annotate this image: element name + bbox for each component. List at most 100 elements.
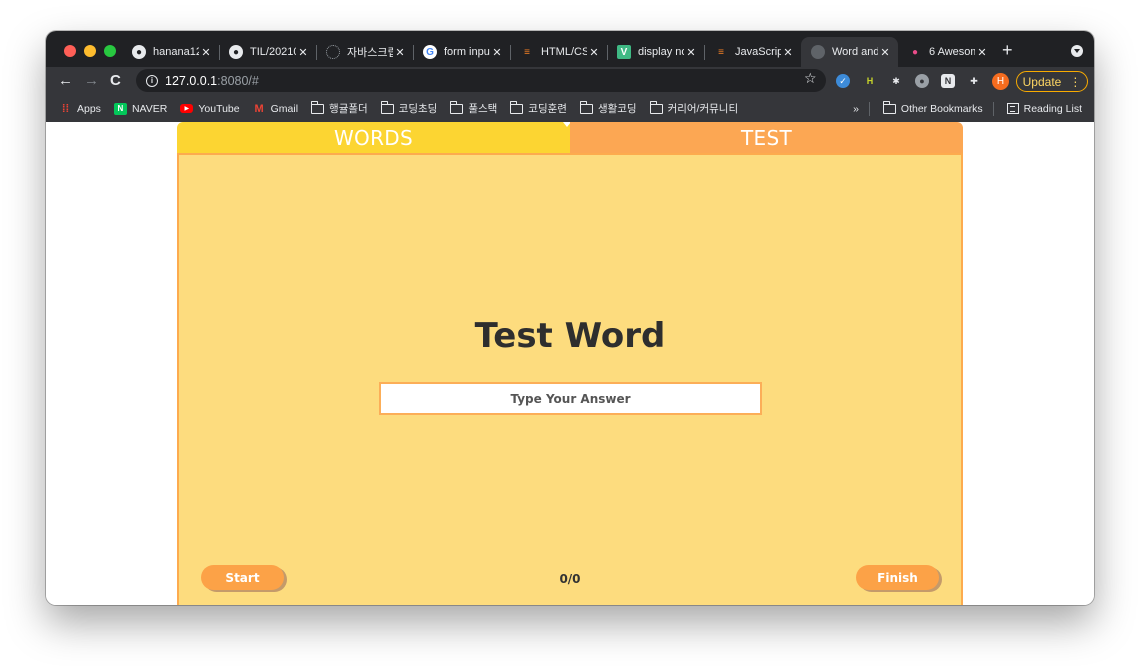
tab-title: JavaScrip xyxy=(735,46,781,58)
tab-test[interactable]: TEST xyxy=(570,122,963,153)
browser-window: ● hanana12 ✕ ● TIL/20210 ✕ 자바스크립 ✕ G for… xyxy=(46,31,1094,605)
stackoverflow-icon: ≡ xyxy=(718,46,724,58)
tab-title: TIL/20210 xyxy=(250,46,296,58)
bookmark-apps[interactable]: ⁞⁞ Apps xyxy=(59,103,101,115)
bookmark-label: Gmail xyxy=(270,102,299,115)
close-icon[interactable]: ✕ xyxy=(975,46,989,59)
folder-icon xyxy=(510,100,524,114)
github-icon: ● xyxy=(229,45,243,59)
bookmark-label: 생활코딩 xyxy=(597,103,637,115)
naver-icon: N xyxy=(113,102,127,115)
url-host: 127.0.0.1 xyxy=(165,73,218,88)
divider xyxy=(992,101,994,116)
browser-tab[interactable]: ● TIL/20210 ✕ xyxy=(219,37,316,67)
word-test-app: WORDS TEST Test Word Start 0/0 Finish xyxy=(177,122,963,605)
tab-strip: ● hanana12 ✕ ● TIL/20210 ✕ 자바스크립 ✕ G for… xyxy=(46,31,1094,67)
bookmark-folder[interactable]: 풀스택 xyxy=(450,100,498,116)
reading-list[interactable]: Reading List xyxy=(1006,102,1082,115)
bookmarks-overflow-icon[interactable]: » xyxy=(853,103,859,115)
page-viewport: WORDS TEST Test Word Start 0/0 Finish xyxy=(46,122,1094,605)
bookmark-folder[interactable]: 행귤폴더 xyxy=(311,100,368,116)
tab-title: Word and xyxy=(832,46,878,58)
bookmark-label: NAVER xyxy=(131,102,168,115)
bookmark-gmail[interactable]: M Gmail xyxy=(253,102,299,115)
tab-title: 6 Awesom xyxy=(929,46,975,58)
tab-title: form inpu xyxy=(444,46,490,58)
extension-icon[interactable]: N xyxy=(941,74,955,88)
extension-icon[interactable]: ✱ xyxy=(889,74,903,88)
extension-icon[interactable]: H xyxy=(863,74,877,88)
bookmark-folder[interactable]: 커리어/커뮤니티 xyxy=(649,100,739,116)
extension-icon[interactable]: ✓ xyxy=(836,74,850,88)
bookmark-label: YouTube xyxy=(198,102,240,115)
bookmark-label: 코딩초딩 xyxy=(398,103,438,115)
other-bookmarks[interactable]: Other Bookmarks xyxy=(882,100,983,115)
divider xyxy=(868,101,870,116)
tab-title: hanana12 xyxy=(153,46,199,58)
browser-tab[interactable]: 자바스크립 ✕ xyxy=(316,37,413,67)
extension-icon[interactable]: ● xyxy=(915,74,929,88)
tab-title: display no xyxy=(638,46,684,58)
vuejs-icon: V xyxy=(617,45,631,59)
close-icon[interactable]: ✕ xyxy=(684,46,698,59)
bookmark-label: 풀스택 xyxy=(468,103,498,115)
bookmark-label: Other Bookmarks xyxy=(900,102,983,115)
back-icon[interactable]: ← xyxy=(58,72,73,89)
folder-icon xyxy=(380,100,394,114)
bookmark-naver[interactable]: N NAVER xyxy=(113,102,168,115)
stackoverflow-icon: ≡ xyxy=(524,46,530,58)
close-window-button[interactable] xyxy=(64,45,76,57)
browser-tab[interactable]: G form inpu ✕ xyxy=(413,37,510,67)
loading-icon xyxy=(326,45,340,59)
browser-tab[interactable]: ● 6 Awesom ✕ xyxy=(898,37,995,67)
apps-grid-icon: ⁞⁞ xyxy=(61,102,70,115)
new-tab-button[interactable]: + xyxy=(1002,41,1013,59)
github-icon: ● xyxy=(132,45,146,59)
answer-input[interactable] xyxy=(379,382,762,415)
test-panel: Test Word Start 0/0 Finish xyxy=(177,153,963,605)
info-icon[interactable]: i xyxy=(146,74,158,87)
close-icon[interactable]: ✕ xyxy=(587,46,601,59)
bookmark-youtube[interactable]: ▶ YouTube xyxy=(180,102,240,115)
bookmark-folder[interactable]: 코딩초딩 xyxy=(380,100,438,116)
browser-tab[interactable]: ≡ JavaScrip ✕ xyxy=(704,37,801,67)
tab-title: HTML/CS xyxy=(541,46,587,58)
close-icon[interactable]: ✕ xyxy=(878,46,892,59)
bookmark-folder[interactable]: 생활코딩 xyxy=(579,100,637,116)
update-button[interactable]: Update ⋮ xyxy=(1016,71,1088,92)
youtube-icon: ▶ xyxy=(180,104,194,113)
browser-toolbar: ← → C i 127.0.0.1 :8080/# ☆ ✓ H ✱ ● N ✚ … xyxy=(46,67,1094,95)
folder-icon xyxy=(649,100,663,114)
bookmark-label: 커리어/커뮤니티 xyxy=(667,103,739,115)
close-icon[interactable]: ✕ xyxy=(199,46,213,59)
close-icon[interactable]: ✕ xyxy=(296,46,310,59)
close-icon[interactable]: ✕ xyxy=(490,46,504,59)
bookmark-label: Reading List xyxy=(1023,102,1082,115)
browser-tab[interactable]: ● hanana12 ✕ xyxy=(122,37,219,67)
tab-search-icon[interactable] xyxy=(1071,45,1083,57)
avatar[interactable]: H xyxy=(992,73,1009,90)
minimize-window-button[interactable] xyxy=(84,45,96,57)
reload-icon[interactable]: C xyxy=(110,72,121,89)
close-icon[interactable]: ✕ xyxy=(393,46,407,59)
puzzle-icon[interactable]: ✚ xyxy=(967,74,981,88)
browser-tab-active[interactable]: Word and ✕ xyxy=(801,37,898,67)
folder-icon xyxy=(311,100,325,114)
browser-tab[interactable]: ≡ HTML/CS ✕ xyxy=(510,37,607,67)
bookmark-folder[interactable]: 코딩훈련 xyxy=(510,100,567,116)
forward-icon[interactable]: → xyxy=(84,72,99,89)
tab-words[interactable]: WORDS xyxy=(177,122,571,153)
browser-tab[interactable]: V display no ✕ xyxy=(607,37,704,67)
google-icon: G xyxy=(423,45,437,59)
address-bar[interactable]: i 127.0.0.1 :8080/# xyxy=(136,69,826,92)
folder-icon xyxy=(450,100,464,114)
close-icon[interactable]: ✕ xyxy=(781,46,795,59)
score-counter: 0/0 xyxy=(559,572,581,586)
folder-icon xyxy=(579,100,593,114)
gmail-icon: M xyxy=(254,102,264,115)
finish-button[interactable]: Finish xyxy=(856,565,939,590)
maximize-window-button[interactable] xyxy=(104,45,116,57)
bookmarks-bar: ⁞⁞ Apps N NAVER ▶ YouTube M Gmail 행귤폴더 코… xyxy=(46,95,1094,122)
bookmark-label: Apps xyxy=(77,102,101,115)
bookmark-star-icon[interactable]: ☆ xyxy=(804,70,817,87)
